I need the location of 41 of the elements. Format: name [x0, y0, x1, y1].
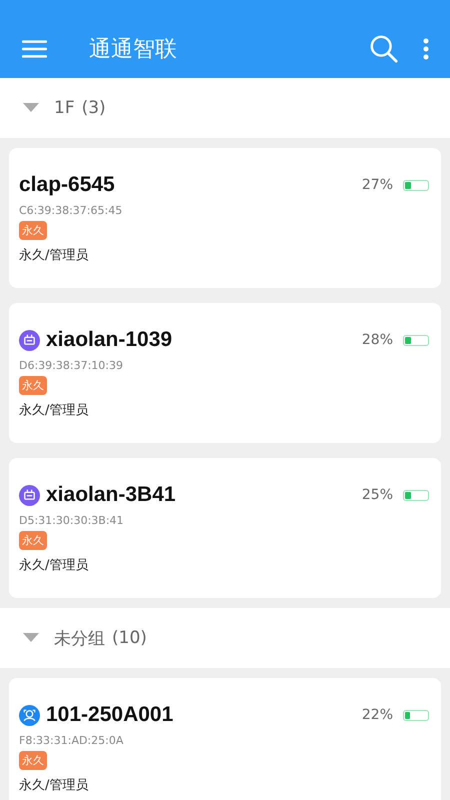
battery-percent: 22% [362, 707, 393, 723]
role-text: 永久/管理员 [19, 777, 90, 794]
group-header[interactable]: 1F (3) [0, 78, 450, 138]
role-text: 永久/管理员 [19, 247, 90, 264]
group-count: (10) [112, 628, 147, 648]
mac-address: D6:39:38:37:10:39 [19, 359, 124, 372]
role-text: 永久/管理员 [19, 402, 90, 419]
device-name: 101-250A001 [46, 703, 174, 727]
router-icon [19, 330, 40, 350]
device-card[interactable]: xiaolan-3B41 25% D5:31:30:30:3B:41 永久 永久/管理员 [9, 458, 441, 598]
tag: 永久 [19, 221, 47, 240]
device-card[interactable]: clap-6545 27% C6:39:38:37:65:45 永久 永久/管理员 [9, 148, 441, 288]
device-name: clap-6545 [19, 173, 116, 197]
battery-icon [403, 490, 429, 500]
group-header[interactable]: 未分组 (10) [0, 608, 450, 668]
battery-percent: 28% [362, 332, 393, 348]
tag: 永久 [19, 376, 47, 395]
mac-address: C6:39:38:37:65:45 [19, 204, 124, 217]
mac-address: F8:33:31:AD:25:0A [19, 734, 124, 747]
role-text: 永久/管理员 [19, 557, 90, 574]
router-icon [19, 484, 40, 506]
device-card[interactable]: xiaolan-1039 28% D6:39:38:37:10:39 永久 永久/管理员 [9, 303, 441, 443]
person-icon [19, 704, 40, 726]
tag: 永久 [19, 531, 47, 550]
device-card[interactable]: 101-250A001 22% F8:33:31:AD:25:0A 永久 永久/管理员 [9, 678, 441, 800]
battery-icon [403, 180, 429, 190]
battery-percent: 25% [362, 487, 393, 503]
search-icon[interactable] [369, 34, 399, 64]
device-name: xiaolan-3B41 [46, 483, 177, 507]
battery-percent: 27% [362, 177, 393, 193]
battery-icon [403, 334, 429, 346]
group-count: (3) [82, 98, 106, 118]
group-name: 1F [54, 98, 75, 118]
device-name: xiaolan-1039 [46, 328, 174, 352]
tag: 永久 [19, 751, 47, 770]
app-title: 通通智联 [89, 36, 178, 64]
menu-icon[interactable] [22, 39, 47, 59]
mac-address: D5:31:30:30:3B:41 [19, 514, 125, 527]
group-name: 未分组 [54, 628, 105, 650]
more-icon[interactable] [423, 38, 429, 60]
battery-icon [403, 710, 429, 720]
